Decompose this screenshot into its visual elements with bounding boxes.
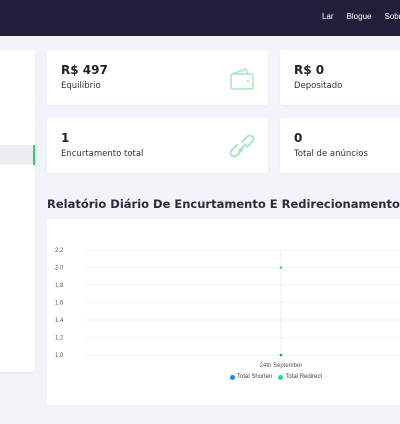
y-tick-label: 1.2 [55, 336, 64, 342]
wallet-icon [229, 67, 255, 95]
legend-item-redirect[interactable]: Total Redirect [278, 374, 322, 380]
y-tick-label: 2.0 [55, 266, 64, 272]
balance-card: R$ 497 Equilíbrio [47, 50, 268, 105]
sidebar [0, 50, 35, 372]
legend-label-redirect: Total Redirect [285, 374, 323, 380]
legend-dot-shorten [230, 374, 235, 380]
data-point-shorten [279, 353, 283, 357]
x-tick-label: 24th September [260, 363, 303, 369]
top-nav-menu: Lar Blogue Sobre [322, 12, 400, 21]
total-shorten-label: Encurtamento total [61, 149, 144, 159]
deposited-label: Depositado [294, 81, 343, 91]
nav-link-home[interactable]: Lar [322, 12, 334, 21]
sidebar-item-active[interactable] [0, 145, 35, 165]
nav-link-blog[interactable]: Blogue [347, 12, 372, 21]
deposited-value: R$ 0 [294, 63, 325, 77]
daily-report-chart-card: 2.2 2.0 1.8 1.6 1.4 1.2 1.0 24th September Tota… [47, 219, 400, 405]
legend-dot-redirect [278, 374, 284, 380]
daily-report-chart: 2.2 2.0 1.8 1.6 1.4 1.2 1.0 24th September [55, 248, 400, 369]
data-point-redirect [279, 266, 283, 269]
y-tick-label: 2.2 [55, 248, 64, 254]
legend-label-shorten: Total Shorten [237, 374, 273, 380]
top-navbar: Lar Blogue Sobre [0, 0, 400, 36]
total-shorten-value: 1 [61, 131, 70, 145]
y-tick-label: 1.4 [55, 318, 64, 324]
balance-label: Equilíbrio [61, 81, 101, 91]
chart-legend: Total Shorten Total Redirect [230, 374, 322, 380]
total-shorten-card: 1 Encurtamento total [47, 118, 268, 173]
deposited-card: R$ 0 Depositado [280, 50, 400, 105]
y-tick-label: 1.8 [55, 283, 64, 289]
y-tick-label: 1.0 [55, 353, 64, 359]
y-tick-label: 1.6 [55, 301, 64, 307]
balance-value: R$ 497 [61, 63, 108, 77]
total-ads-card: 0 Total de anúncios [280, 118, 400, 173]
total-ads-value: 0 [294, 131, 303, 145]
legend-item-shorten[interactable]: Total Shorten [230, 374, 272, 380]
total-ads-label: Total de anúncios [294, 149, 368, 159]
report-title: Relatório Diário De Encurtamento E Redir… [47, 197, 400, 211]
link-icon [229, 134, 256, 165]
nav-link-about[interactable]: Sobre [384, 12, 400, 21]
